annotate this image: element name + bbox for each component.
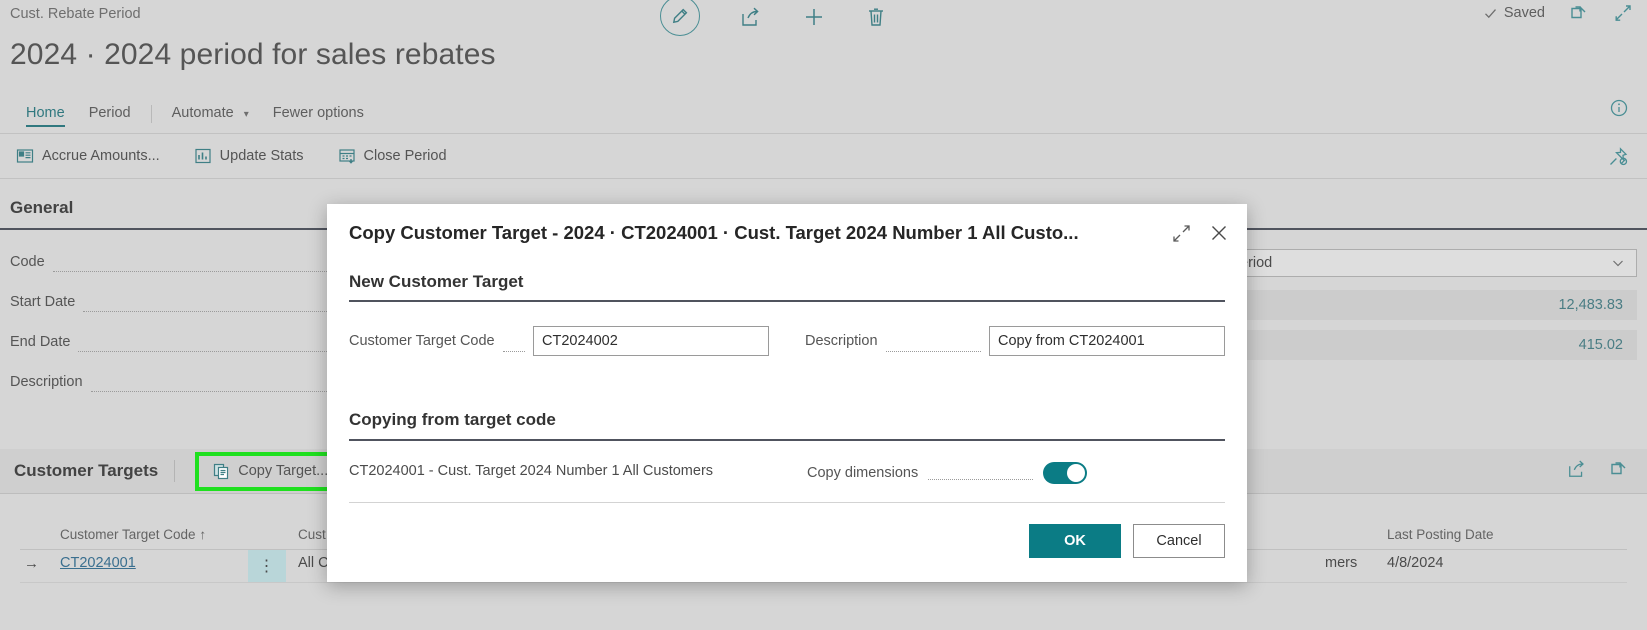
update-stats-icon: [194, 147, 212, 165]
customer-targets-title: Customer Targets: [14, 461, 159, 480]
chevron-down-icon: [1610, 255, 1626, 271]
close-period-icon: [338, 147, 356, 165]
row-context-menu-button[interactable]: ⋮: [248, 550, 286, 582]
close-icon[interactable]: [1209, 223, 1229, 243]
cell-customer-target-code[interactable]: CT2024001: [60, 555, 136, 571]
copy-dimensions-toggle[interactable]: [1043, 462, 1087, 484]
copying-from-target-code-rule: [349, 439, 1225, 441]
toggle-knob: [1067, 464, 1085, 482]
column-customer[interactable]: Cust: [298, 527, 326, 542]
dialog-title: Copy Customer Target - 2024 · CT2024001 …: [349, 222, 1079, 243]
subgrid-header-icons: [1567, 459, 1629, 479]
column-customer-target-code[interactable]: Customer Target Code ↑: [60, 527, 206, 542]
top-command-bar: Cust. Rebate Period Saved: [0, 0, 1647, 36]
field-start-date-label: Start Date: [10, 294, 76, 310]
period-dropdown[interactable]: eriod: [1229, 249, 1637, 277]
share-icon[interactable]: [740, 6, 762, 28]
delete-icon[interactable]: [866, 6, 886, 28]
field-end-date-label: End Date: [10, 334, 71, 350]
new-customer-target-heading: New Customer Target: [349, 272, 524, 291]
subgrid-divider: [174, 460, 176, 482]
copy-target-button[interactable]: Copy Target...: [205, 458, 336, 485]
share-icon[interactable]: [1567, 459, 1587, 479]
copy-target-highlight: Copy Target...: [195, 451, 347, 491]
customer-target-code-field[interactable]: Customer Target Code: [349, 326, 769, 356]
update-stats-button[interactable]: Update Stats: [194, 147, 304, 165]
dot-leader: [928, 479, 1033, 480]
open-in-new-window-icon[interactable]: [1569, 3, 1589, 23]
unpin-icon[interactable]: [1607, 146, 1629, 168]
row-rule: [20, 582, 1627, 583]
accrue-amounts-label: Accrue Amounts...: [42, 148, 160, 164]
description-field[interactable]: Description: [805, 326, 1225, 356]
info-icon[interactable]: [1609, 98, 1629, 118]
add-icon[interactable]: [802, 5, 826, 29]
copy-customer-target-dialog: Copy Customer Target - 2024 · CT2024001 …: [327, 204, 1247, 582]
general-section-heading: General: [10, 198, 74, 217]
amount-value-2: 415.02: [1229, 330, 1637, 360]
new-customer-target-rule: [349, 300, 1225, 302]
accrue-amounts-button[interactable]: Accrue Amounts...: [16, 147, 160, 165]
dialog-footer-rule: [349, 502, 1225, 503]
page-title: 2024 · 2024 period for sales rebates: [10, 38, 496, 71]
status-badge: Saved: [1483, 5, 1545, 21]
description-label: Description: [805, 333, 878, 349]
source-target-text: CT2024001 - Cust. Target 2024 Number 1 A…: [349, 463, 714, 479]
amount-value-1: 12,483.83: [1229, 290, 1637, 320]
customer-target-code-label: Customer Target Code: [349, 333, 495, 349]
open-in-excel-icon[interactable]: [1609, 459, 1629, 479]
ok-button[interactable]: OK: [1029, 524, 1121, 558]
action-bar-divider: [0, 178, 1647, 179]
breadcrumb: Cust. Rebate Period: [10, 6, 141, 22]
column-last-posting-date[interactable]: Last Posting Date: [1387, 527, 1494, 542]
dot-leader: [885, 351, 981, 352]
chevron-down-icon: ▾: [243, 109, 249, 120]
expand-icon[interactable]: [1172, 224, 1191, 243]
tab-automate[interactable]: Automate ▾: [160, 101, 261, 127]
copying-from-target-code-heading: Copying from target code: [349, 410, 556, 429]
menu-tabs: Home Period Automate ▾ Fewer options: [0, 98, 1647, 130]
copy-dimensions-field[interactable]: Copy dimensions: [807, 462, 1087, 484]
collapse-icon[interactable]: [1613, 3, 1633, 23]
copy-dimensions-label: Copy dimensions: [807, 465, 919, 481]
action-bar: Accrue Amounts... Update Stats Close Per…: [0, 134, 1647, 178]
field-code-label: Code: [10, 254, 45, 270]
cell-customer: All C: [298, 555, 329, 571]
cell-customer-tail: mers: [1325, 555, 1358, 571]
status-and-window-controls: Saved: [1483, 3, 1633, 23]
dialog-titlebar: Copy Customer Target - 2024 · CT2024001 …: [327, 204, 1247, 262]
close-period-label: Close Period: [363, 148, 447, 164]
saved-label: Saved: [1503, 5, 1545, 21]
tab-home[interactable]: Home: [14, 101, 77, 127]
row-indicator-arrow: →: [24, 555, 39, 572]
cancel-button[interactable]: Cancel: [1133, 524, 1225, 558]
dot-leader: [502, 351, 525, 352]
tab-divider: [150, 105, 152, 123]
field-description-label: Description: [10, 374, 83, 390]
update-stats-label: Update Stats: [219, 148, 304, 164]
copy-icon: [213, 463, 230, 480]
description-input[interactable]: [989, 326, 1225, 356]
accrue-amounts-icon: [16, 147, 34, 165]
cell-last-posting-date: 4/8/2024: [1387, 555, 1444, 571]
record-command-icons: [660, 0, 886, 36]
tab-fewer-options[interactable]: Fewer options: [261, 101, 376, 127]
customer-target-code-input[interactable]: [533, 326, 769, 356]
dialog-buttons: OK Cancel: [1029, 524, 1225, 558]
tab-period[interactable]: Period: [77, 101, 143, 127]
copy-target-label: Copy Target...: [238, 463, 329, 479]
edit-pencil-icon[interactable]: [660, 0, 700, 36]
close-period-button[interactable]: Close Period: [338, 147, 447, 165]
